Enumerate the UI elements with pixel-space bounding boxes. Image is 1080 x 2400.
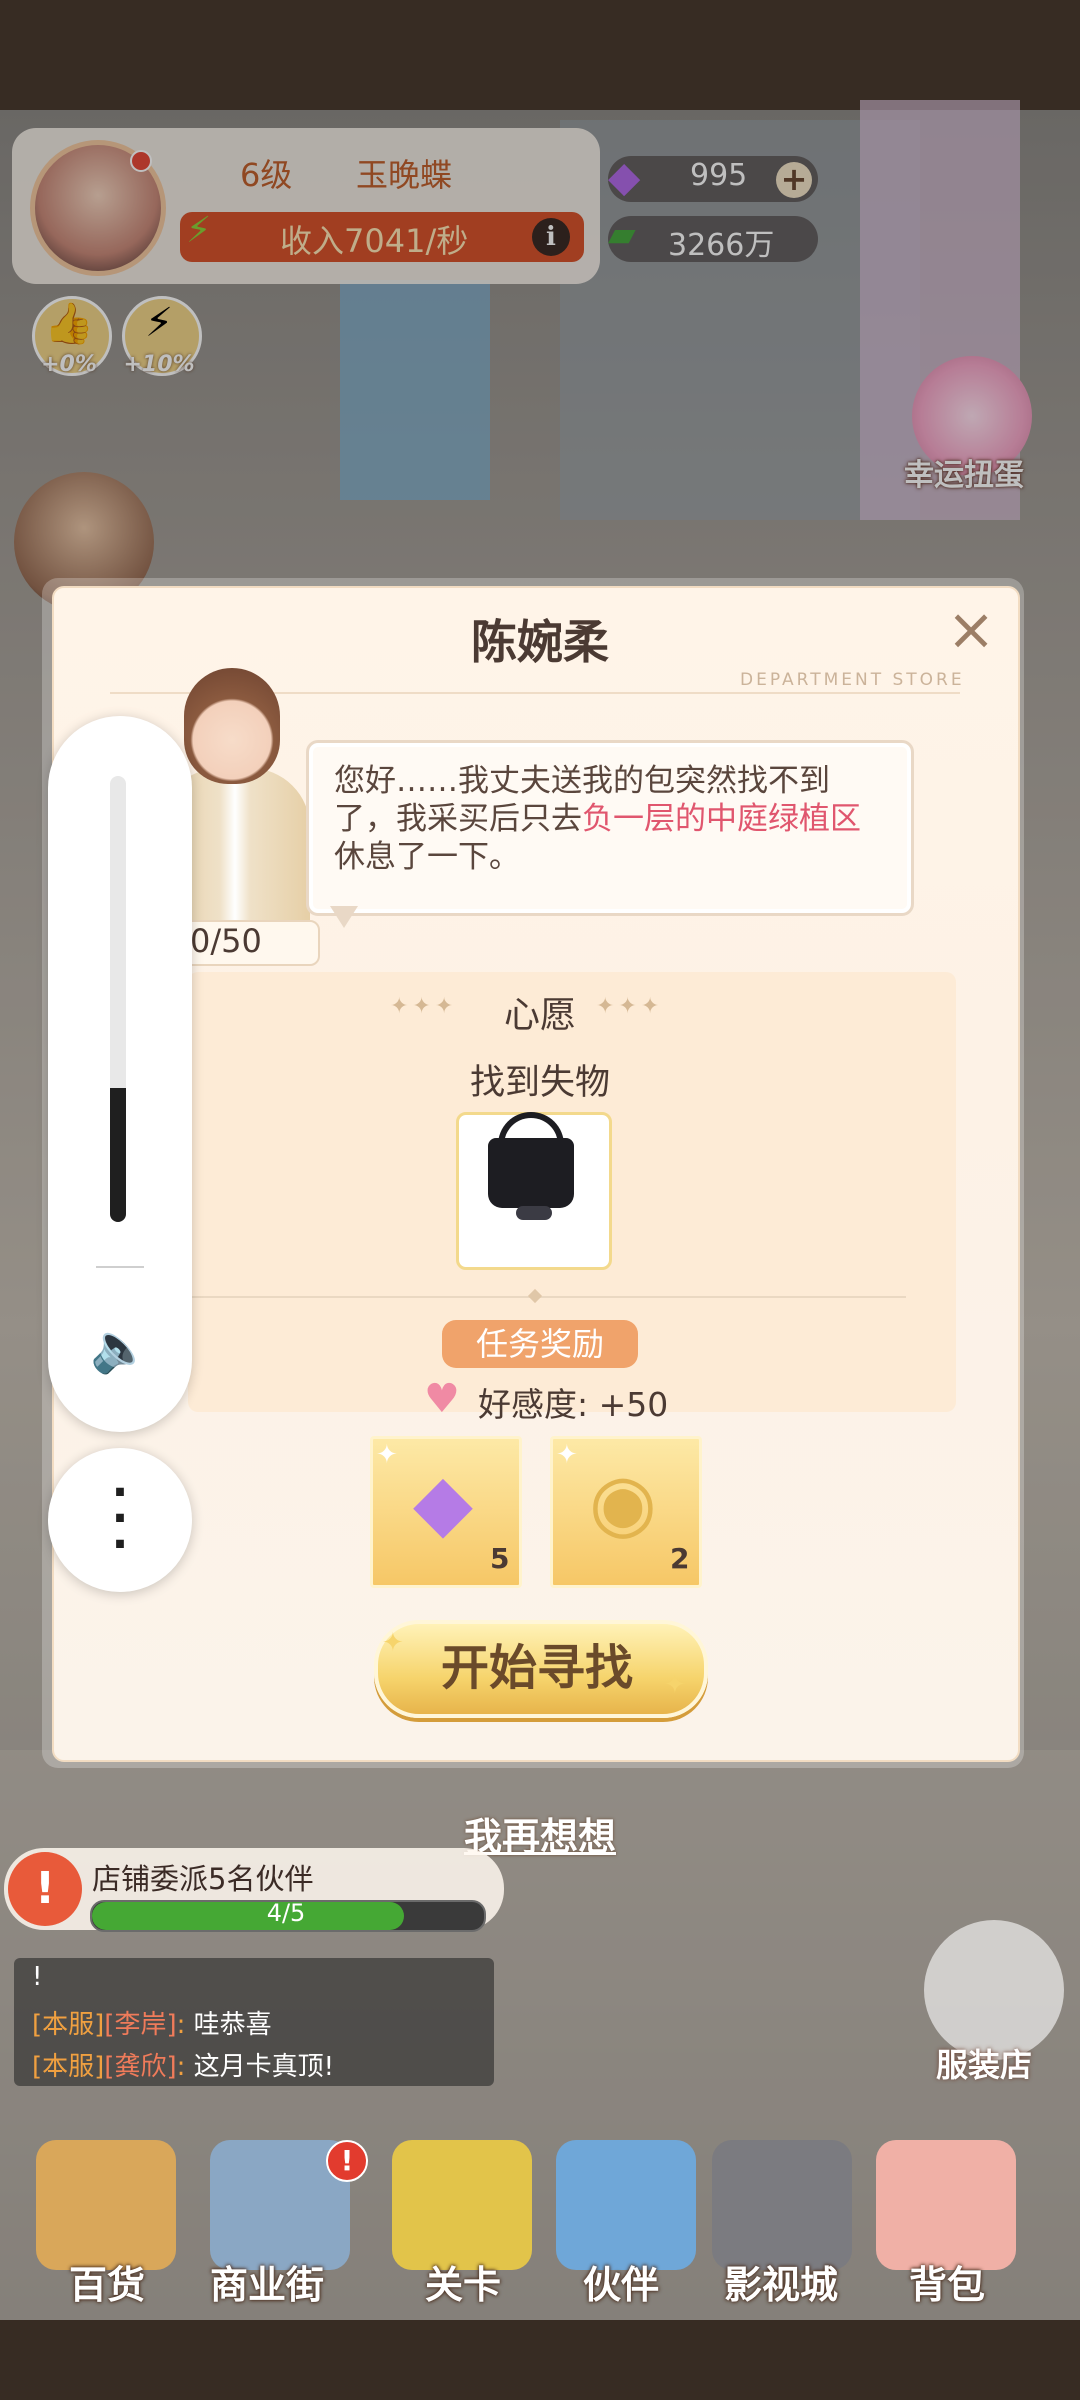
nav-commercial-street[interactable]: 商业街	[182, 2254, 352, 2309]
nav-backpack[interactable]: 背包	[862, 2254, 1032, 2309]
chat-user: [李岸]	[104, 2010, 177, 2040]
section-divider	[190, 1296, 906, 1298]
chat-line: [本服][李岸]: 哇恭喜	[32, 2004, 272, 2041]
clothing-store-icon[interactable]	[924, 1920, 1064, 2060]
speech-highlight: 负一层的中庭绿植区	[582, 801, 861, 837]
dialog-title: 陈婉柔	[471, 615, 609, 669]
affinity-value: 0/50	[190, 922, 262, 960]
chat-separator: :	[176, 2010, 186, 2040]
nav-department-store[interactable]: 百货	[22, 2254, 192, 2309]
heart-icon: ♥	[424, 1376, 460, 1422]
quest-title: 店铺委派5名伙伴	[92, 1862, 314, 1896]
chat-user: [龚欣]	[104, 2052, 177, 2082]
chat-tag: [本服]	[32, 2052, 105, 2082]
nav-alert-badge: !	[326, 2140, 368, 2182]
start-search-label: 开始寻找	[440, 1640, 633, 1696]
handbag-icon	[488, 1138, 574, 1208]
chat-tag: [本服]	[32, 2010, 105, 2040]
sparkle-icon: ✦	[376, 1440, 398, 1470]
reward-qty: 2	[670, 1542, 690, 1575]
chat-header: !	[32, 1962, 43, 1992]
dialog-subtitle: DEPARTMENT STORE	[740, 670, 965, 690]
department-store-icon[interactable]	[36, 2140, 176, 2270]
chat-separator: :	[176, 2052, 186, 2082]
wish-deco-right: ✦✦✦	[596, 994, 664, 1019]
speaker-icon[interactable]: 🔈	[88, 1316, 152, 1380]
clothing-store-label: 服装店	[936, 2046, 1033, 2084]
sparkle-icon: ✦	[382, 1628, 404, 1658]
close-icon[interactable]: ×	[940, 598, 1002, 660]
nav-stage[interactable]: 关卡	[378, 2254, 548, 2309]
chat-message: 这月卡真顶!	[193, 2052, 335, 2082]
volume-divider	[96, 1266, 144, 1268]
favor-text: 好感度: +50	[478, 1385, 669, 1424]
backpack-icon[interactable]	[876, 2140, 1016, 2270]
handbag-charm	[516, 1206, 552, 1220]
quest-progress-text: 4/5	[266, 1899, 306, 1927]
purple-gem-icon: ◆	[413, 1458, 473, 1548]
sparkle-icon: ✦	[664, 1670, 686, 1700]
speech-tail	[330, 906, 358, 928]
partner-icon[interactable]	[556, 2140, 696, 2270]
chat-message: 哇恭喜	[193, 2010, 272, 2040]
speech-text-post: 休息了一下。	[334, 839, 520, 875]
quest-alert-icon: !	[8, 1852, 82, 1926]
npc-head	[184, 668, 280, 784]
chat-line: [本服][龚欣]: 这月卡真顶!	[32, 2046, 334, 2083]
nav-film-city[interactable]: 影视城	[696, 2254, 866, 2309]
film-reel-icon[interactable]	[712, 2140, 852, 2270]
more-vert-icon: · · ·	[111, 1467, 129, 1570]
volume-level	[110, 1088, 126, 1222]
sparkle-icon: ✦	[556, 1440, 578, 1470]
nav-partner[interactable]: 伙伴	[536, 2254, 706, 2309]
reward-qty: 5	[490, 1542, 510, 1575]
speech-text: 您好……我丈夫送我的包突然找不到了，我采买后只去负一层的中庭绿植区休息了一下。	[334, 762, 886, 876]
reward-badge: 任务奖励	[442, 1320, 638, 1368]
furniture-coin-icon: ◉	[588, 1458, 658, 1548]
truck-icon[interactable]	[392, 2140, 532, 2270]
wish-task: 找到失物	[469, 1063, 610, 1103]
